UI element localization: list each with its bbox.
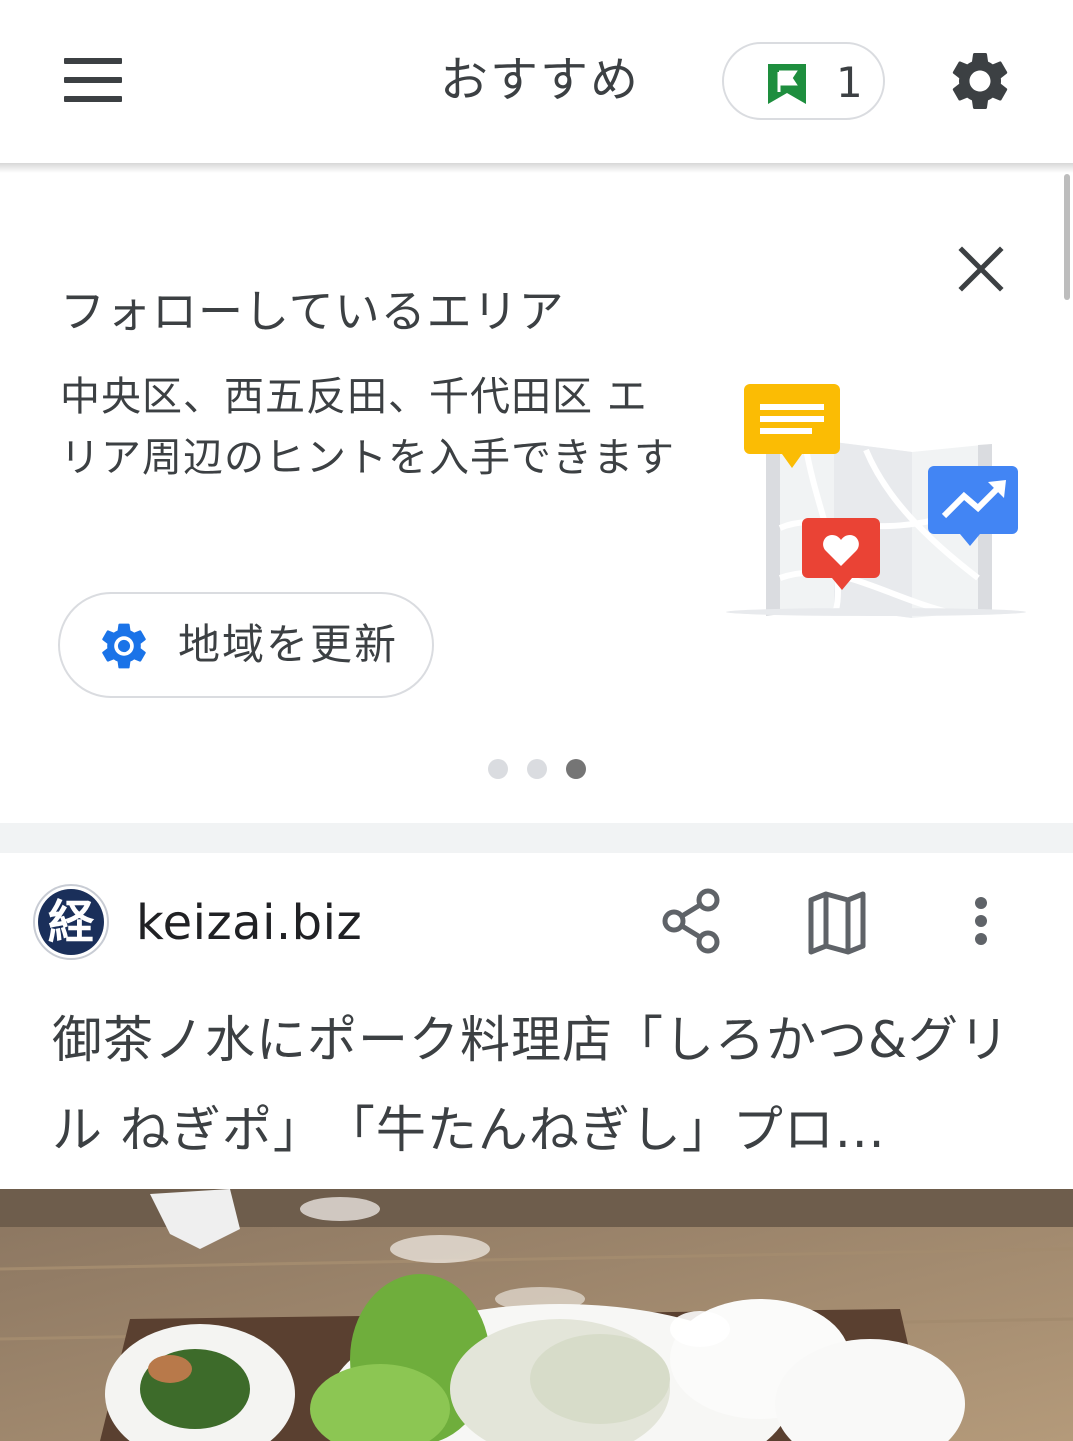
app-bar-shadow [0,163,1073,173]
publisher-name[interactable]: keizai.biz [136,890,362,956]
map-illustration [726,384,1026,618]
page-title: おすすめ [439,52,640,108]
scrollbar[interactable] [1064,174,1070,300]
section-divider [0,823,1073,853]
publisher-logo[interactable]: 経 [32,883,110,961]
update-area-label: 地域を更新 [178,620,399,669]
share-icon[interactable] [660,886,726,956]
menu-line [64,58,122,64]
hamburger-menu-icon[interactable] [58,52,128,108]
card-description: 中央区、西五反田、千代田区 エリア周辺のヒントを入手できます [60,374,675,481]
gear-icon [102,623,146,669]
article-title[interactable]: 御茶ノ水にポーク料理店「しろかつ&グリル ねぎポ」 「牛たんねぎし」プロ... [52,995,1027,1175]
article-thumbnail-image[interactable] [0,1189,1073,1441]
more-vert-icon[interactable] [958,886,1004,956]
top-app-bar: おすすめ 1 [0,0,1073,165]
publisher-logo-text: 経 [48,895,95,949]
close-icon[interactable] [948,236,1014,302]
map-icon[interactable] [804,886,870,956]
carousel-pager [488,759,586,779]
flag-count: 1 [836,58,863,107]
flagged-items-chip[interactable]: 1 [722,42,885,120]
gear-icon[interactable] [945,46,1015,116]
green-flag-icon [768,64,806,104]
menu-line [64,96,122,102]
update-area-button[interactable]: 地域を更新 [58,592,434,698]
card-heading: フォローしているエリア [60,285,565,338]
menu-line [64,77,122,83]
